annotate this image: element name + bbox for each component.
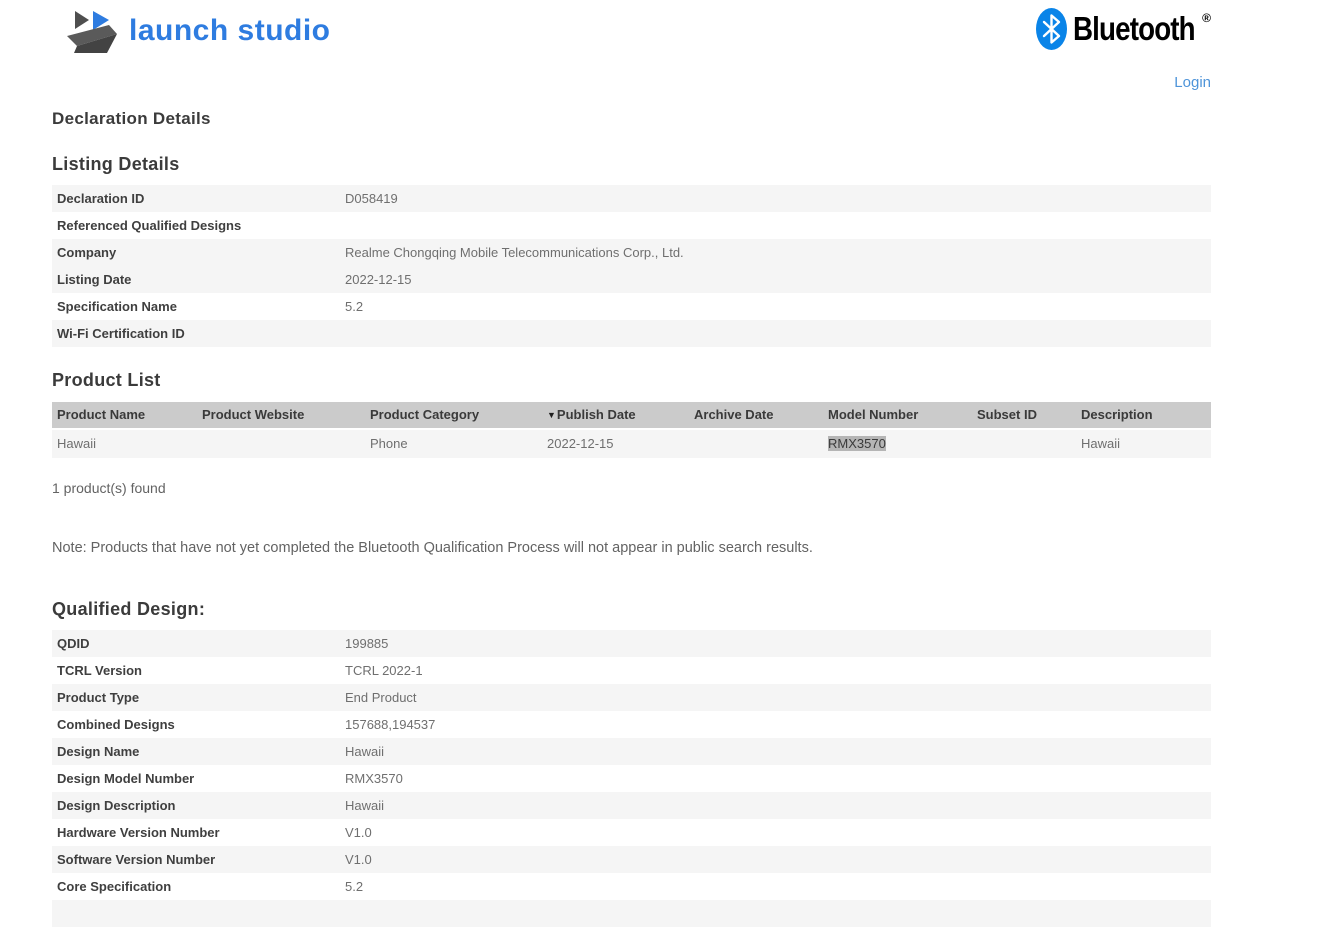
row-label: Referenced Qualified Designs xyxy=(57,218,242,233)
product-count-text: 1 product(s) found xyxy=(52,480,166,496)
row-value: D058419 xyxy=(345,191,398,206)
row-label: Software Version Number xyxy=(57,852,216,867)
row-label: Hardware Version Number xyxy=(57,825,220,840)
product-list-table: Product Name Product Website Product Categ… xyxy=(52,402,1211,458)
row-value: 5.2 xyxy=(345,879,364,894)
bluetooth-icon xyxy=(1036,8,1068,50)
product-row: Hawaii Phone 2022-12-15 RMX3570 Hawaii xyxy=(52,430,1211,458)
table-row: Referenced Qualified Designs xyxy=(52,212,1211,239)
cell-model-number: RMX3570 xyxy=(823,430,972,458)
cell-product-website xyxy=(197,430,365,458)
row-label: Core Specification xyxy=(57,879,172,894)
cell-product-name: Hawaii xyxy=(57,436,97,451)
row-value: End Product xyxy=(345,690,417,705)
table-row: Declaration ID D058419 xyxy=(52,185,1211,212)
table-row: Combined Designs 157688,194537 xyxy=(52,711,1211,738)
row-value: V1.0 xyxy=(345,825,372,840)
table-row: Design Description Hawaii xyxy=(52,792,1211,819)
table-row: Product Type End Product xyxy=(52,684,1211,711)
row-label: QDID xyxy=(57,636,90,651)
listing-details-heading: Listing Details xyxy=(52,154,180,174)
column-header-description[interactable]: Description xyxy=(1076,402,1211,428)
header: launch studio Bluetooth ® Login xyxy=(0,0,1330,91)
column-header-model-number[interactable]: Model Number xyxy=(823,402,972,428)
cell-publish-date: 2022-12-15 xyxy=(547,436,614,451)
row-value: V1.0 xyxy=(345,852,372,867)
cell-subset-id xyxy=(972,430,1076,458)
column-header-subset-id[interactable]: Subset ID xyxy=(972,402,1076,428)
table-row: Design Name Hawaii xyxy=(52,738,1211,765)
header-right: Bluetooth ® Login xyxy=(1036,8,1211,91)
column-header-archive-date[interactable]: Archive Date xyxy=(689,402,823,428)
table-row: Wi-Fi Certification ID xyxy=(52,320,1211,347)
row-label: TCRL Version xyxy=(57,663,143,678)
page-title: Declaration Details xyxy=(52,109,211,128)
note-text: Note: Products that have not yet complet… xyxy=(52,540,813,556)
row-value: Hawaii xyxy=(345,744,385,759)
table-row: Design Model Number RMX3570 xyxy=(52,765,1211,792)
listing-details-table: Declaration ID D058419 Referenced Qualifie… xyxy=(52,185,1211,347)
row-label: Design Name xyxy=(57,744,140,759)
table-row: Hardware Version Number V1.0 xyxy=(52,819,1211,846)
row-value: Realme Chongqing Mobile Telecommunicatio… xyxy=(345,245,684,260)
row-label: Product Type xyxy=(57,690,140,705)
row-value: RMX3570 xyxy=(345,771,403,786)
product-list-header-row: Product Name Product Website Product Categ… xyxy=(52,402,1211,428)
model-number-selected-text: RMX3570 xyxy=(828,436,886,451)
launch-studio-logo-text: launch studio xyxy=(129,14,331,47)
table-row: Core Specification 5.2 xyxy=(52,873,1211,900)
cell-product-category: Phone xyxy=(370,436,408,451)
table-row: Specification Name 5.2 xyxy=(52,293,1211,320)
table-row: Company Realme Chongqing Mobile Telecommu… xyxy=(52,239,1211,266)
launch-studio-icon xyxy=(67,11,117,53)
login-link[interactable]: Login xyxy=(1174,74,1211,91)
row-value: 5.2 xyxy=(345,299,364,314)
bluetooth-wordmark: Bluetooth xyxy=(1073,10,1196,47)
column-header-product-website[interactable]: Product Website xyxy=(197,402,365,428)
product-list-body: Hawaii Phone 2022-12-15 RMX3570 Hawaii xyxy=(52,430,1211,458)
column-header-product-name[interactable]: Product Name xyxy=(52,402,197,428)
row-value: 157688,194537 xyxy=(345,717,436,732)
row-value: 2022-12-15 xyxy=(345,272,412,287)
bluetooth-logo[interactable]: Bluetooth ® xyxy=(1036,8,1211,50)
column-header-product-category[interactable]: Product Category xyxy=(365,402,542,428)
sort-descending-icon: ▼ xyxy=(547,410,556,420)
launch-studio-logo[interactable]: launch studio xyxy=(65,8,331,54)
row-label: Wi-Fi Certification ID xyxy=(57,326,185,341)
table-row: Listing Date 2022-12-15 xyxy=(52,266,1211,293)
qualified-design-heading: Qualified Design: xyxy=(52,599,206,619)
row-label: Combined Designs xyxy=(57,717,175,732)
row-value: Hawaii xyxy=(345,798,385,813)
table-row: TCRL Version TCRL 2022-1 xyxy=(52,657,1211,684)
row-label: Listing Date xyxy=(57,272,132,287)
row-label: Design Description xyxy=(57,798,176,813)
row-label: Specification Name xyxy=(57,299,177,314)
column-header-publish-date[interactable]: ▼Publish Date xyxy=(542,402,689,428)
table-row: QDID 199885 xyxy=(52,630,1211,657)
main-content: Declaration Details Listing Details Decl… xyxy=(52,109,1211,927)
qualified-design-table: QDID 199885 TCRL Version TCRL 2022-1 Product… xyxy=(52,630,1211,927)
row-value: TCRL 2022-1 xyxy=(345,663,423,678)
cell-description: Hawaii xyxy=(1081,436,1121,451)
table-row: Software Version Number V1.0 xyxy=(52,846,1211,873)
row-label: Company xyxy=(57,245,117,260)
product-list-heading: Product List xyxy=(52,370,161,390)
row-value: 199885 xyxy=(345,636,389,651)
row-label: Declaration ID xyxy=(57,191,145,206)
cell-archive-date xyxy=(689,430,823,458)
registered-trademark-symbol: ® xyxy=(1202,11,1211,25)
row-label: Design Model Number xyxy=(57,771,195,786)
